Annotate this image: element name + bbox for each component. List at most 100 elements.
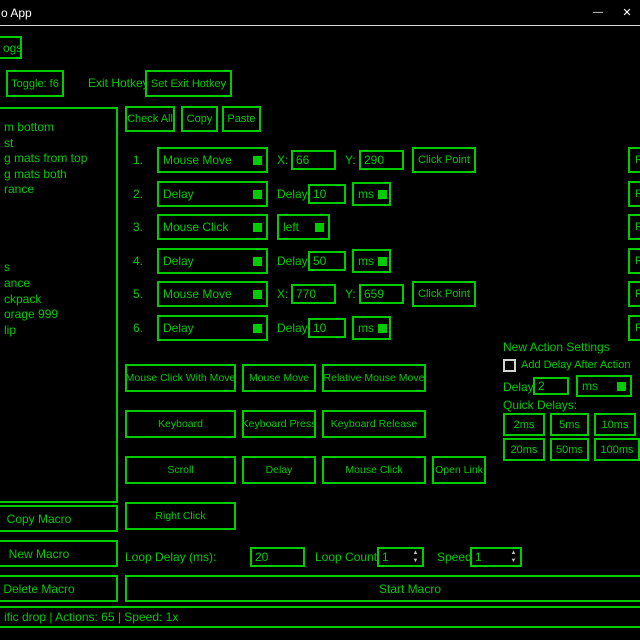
loop-count-label: Loop Count: xyxy=(315,545,380,569)
action-type-dropdown[interactable]: Mouse Move xyxy=(157,147,268,173)
quick-delay-5ms-button[interactable]: 5ms xyxy=(550,413,589,436)
palette-delay-button[interactable]: Delay xyxy=(242,456,316,484)
action-type-value: Mouse Move xyxy=(163,153,232,167)
palette-mouse-click-button[interactable]: Mouse Click xyxy=(322,456,426,484)
open-link-button[interactable]: Open Link xyxy=(432,456,486,484)
add-delay-checkbox[interactable] xyxy=(503,359,516,372)
spinner-down-icon[interactable]: ▼ xyxy=(409,557,422,565)
action-row: 4. Delay Delay: ms R xyxy=(0,248,640,274)
dropdown-indicator-icon xyxy=(315,223,324,232)
action-type-value: Mouse Move xyxy=(163,287,232,301)
quick-delay-100ms-button[interactable]: 100ms xyxy=(594,438,640,461)
delay-input[interactable] xyxy=(308,318,346,338)
status-text: ific drop | Actions: 65 | Speed: 1x xyxy=(4,608,178,626)
action-type-dropdown[interactable]: Delay xyxy=(157,248,268,274)
spinner-arrows: ▲ ▼ xyxy=(507,549,520,565)
action-row: 6. Delay Delay: ms R xyxy=(0,315,640,341)
x-label: X: xyxy=(277,281,288,307)
click-point-button[interactable]: Click Point xyxy=(412,147,476,173)
delay-input[interactable] xyxy=(308,184,346,204)
new-delay-input[interactable] xyxy=(533,377,569,395)
dropdown-indicator-icon xyxy=(253,290,262,299)
action-index: 2. xyxy=(133,181,143,207)
unit-value: ms xyxy=(358,254,374,268)
remove-button[interactable]: R xyxy=(628,315,640,341)
action-index: 5. xyxy=(133,281,143,307)
action-index: 1. xyxy=(133,147,143,173)
click-point-button[interactable]: Click Point xyxy=(412,281,476,307)
close-button[interactable]: ✕ xyxy=(614,0,640,25)
loop-delay-input[interactable] xyxy=(250,547,305,567)
remove-button[interactable]: R xyxy=(628,147,640,173)
loop-count-spinner: ▲ ▼ xyxy=(377,547,424,567)
new-macro-button[interactable]: New Macro xyxy=(0,540,118,567)
spinner-down-icon[interactable]: ▼ xyxy=(507,557,520,565)
keyboard-button[interactable]: Keyboard xyxy=(125,410,236,438)
keyboard-press-button[interactable]: Keyboard Press xyxy=(242,410,316,438)
delay-input[interactable] xyxy=(308,251,346,271)
action-type-dropdown[interactable]: Mouse Click xyxy=(157,214,268,240)
spinner-arrows: ▲ ▼ xyxy=(409,549,422,565)
remove-button[interactable]: R xyxy=(628,214,640,240)
mouse-click-with-move-button[interactable]: Mouse Click With Move xyxy=(125,364,236,392)
dropdown-indicator-icon xyxy=(253,156,262,165)
unit-value: ms xyxy=(358,187,374,201)
remove-button[interactable]: R xyxy=(628,281,640,307)
y-input[interactable] xyxy=(359,284,404,304)
unit-dropdown[interactable]: ms xyxy=(352,316,391,340)
spinner-up-icon[interactable]: ▲ xyxy=(409,549,422,557)
toggle-hotkey-button[interactable]: Toggle: f6 xyxy=(6,70,64,97)
action-index: 4. xyxy=(133,248,143,274)
dropdown-indicator-icon xyxy=(253,257,262,266)
mouse-button-value: left xyxy=(283,220,299,234)
delay-label: Delay: xyxy=(277,248,311,274)
action-row: 5. Mouse Move X: Y: Click Point R xyxy=(0,281,640,307)
tab-logs[interactable]: ogs xyxy=(0,36,22,59)
y-label: Y: xyxy=(345,281,356,307)
minimize-button[interactable]: — xyxy=(582,0,614,25)
spinner-up-icon[interactable]: ▲ xyxy=(507,549,520,557)
unit-dropdown[interactable]: ms xyxy=(352,182,391,206)
dropdown-indicator-icon xyxy=(378,190,387,199)
start-macro-button[interactable]: Start Macro xyxy=(125,575,640,602)
y-input[interactable] xyxy=(359,150,404,170)
mouse-button-dropdown[interactable]: left xyxy=(277,214,330,240)
x-input[interactable] xyxy=(291,284,336,304)
action-row: 2. Delay Delay: ms R xyxy=(0,181,640,207)
y-label: Y: xyxy=(345,147,356,173)
delete-macro-button[interactable]: Delete Macro xyxy=(0,575,118,602)
action-type-dropdown[interactable]: Delay xyxy=(157,181,268,207)
action-type-dropdown[interactable]: Mouse Move xyxy=(157,281,268,307)
right-click-button[interactable]: Right Click xyxy=(125,502,236,530)
add-delay-label: Add Delay After Action xyxy=(521,359,630,372)
macro-list-item[interactable]: m bottom xyxy=(4,120,116,136)
new-action-settings-title: New Action Settings xyxy=(503,340,610,354)
new-delay-unit-dropdown[interactable]: ms xyxy=(576,375,632,397)
quick-delay-20ms-button[interactable]: 20ms xyxy=(503,438,545,461)
copy-button[interactable]: Copy xyxy=(181,106,218,132)
paste-button[interactable]: Paste xyxy=(222,106,261,132)
remove-button[interactable]: R xyxy=(628,181,640,207)
action-type-value: Delay xyxy=(163,187,194,201)
keyboard-release-button[interactable]: Keyboard Release xyxy=(322,410,426,438)
unit-dropdown[interactable]: ms xyxy=(352,249,391,273)
dropdown-indicator-icon xyxy=(378,324,387,333)
action-type-value: Mouse Click xyxy=(163,220,228,234)
new-delay-label: Delay: xyxy=(503,380,537,394)
copy-macro-button[interactable]: Copy Macro xyxy=(0,505,118,532)
dropdown-indicator-icon xyxy=(617,382,626,391)
scroll-button[interactable]: Scroll xyxy=(125,456,236,484)
relative-mouse-move-button[interactable]: Relative Mouse Move xyxy=(322,364,426,392)
quick-delay-10ms-button[interactable]: 10ms xyxy=(594,413,636,436)
check-all-button[interactable]: Check All xyxy=(125,106,175,132)
titlebar: o App — ✕ xyxy=(0,0,640,26)
quick-delay-50ms-button[interactable]: 50ms xyxy=(550,438,589,461)
dropdown-indicator-icon xyxy=(253,223,262,232)
remove-button[interactable]: R xyxy=(628,248,640,274)
set-exit-hotkey-button[interactable]: Set Exit Hotkey xyxy=(145,70,232,97)
action-type-dropdown[interactable]: Delay xyxy=(157,315,268,341)
palette-mouse-move-button[interactable]: Mouse Move xyxy=(242,364,316,392)
quick-delay-2ms-button[interactable]: 2ms xyxy=(503,413,545,436)
quick-delays-label: Quick Delays: xyxy=(503,398,577,412)
x-input[interactable] xyxy=(291,150,336,170)
